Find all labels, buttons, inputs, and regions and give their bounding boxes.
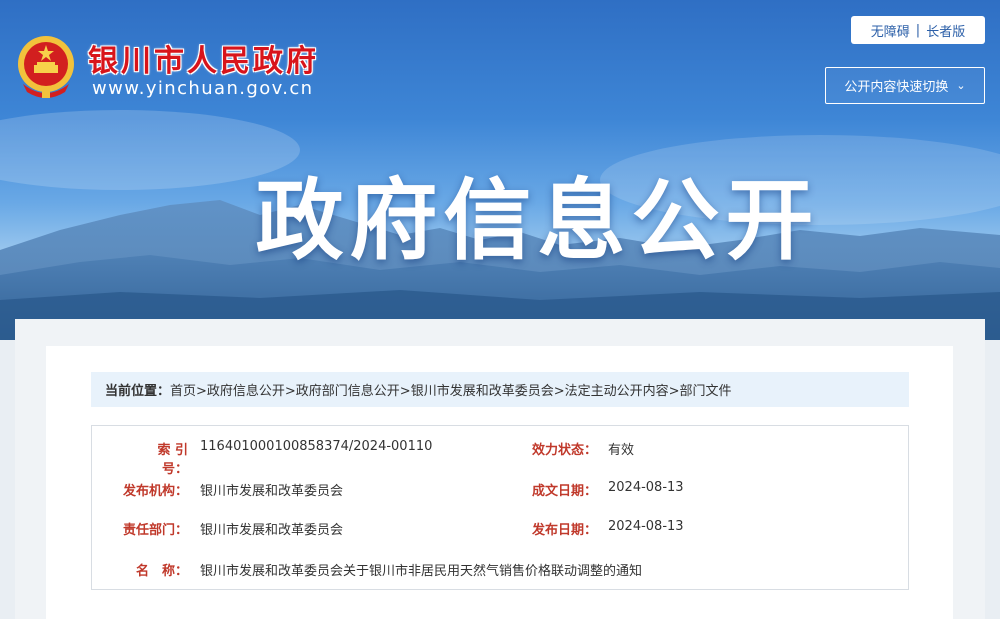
- index-value: 116401000100858374/2024-00110: [200, 439, 433, 454]
- info-row-publisher: 发布机构： 银川市发展和改革委员会 成文日期： 2024-08-13: [92, 480, 908, 504]
- created-date-value: 2024-08-13: [608, 480, 684, 495]
- breadcrumb-label: 当前位置：: [105, 384, 171, 399]
- status-label: 效力状态：: [531, 443, 597, 458]
- published-date-value: 2024-08-13: [608, 519, 684, 534]
- separator: |: [915, 22, 921, 38]
- quick-switch-label: 公开内容快速切换: [844, 80, 949, 95]
- status-value: 有效: [608, 443, 635, 458]
- header-banner: 银川市人民政府 www.yinchuan.gov.cn 无障碍 | 长者版 公开…: [0, 0, 1000, 340]
- breadcrumb-path[interactable]: 首页>政府信息公开>政府部门信息公开>银川市发展和改革委员会>法定主动公开内容>…: [170, 380, 731, 399]
- site-name[interactable]: 银川市人民政府: [88, 36, 319, 80]
- publisher-value: 银川市发展和改革委员会: [200, 484, 344, 499]
- accessibility-link[interactable]: 无障碍: [871, 21, 910, 40]
- info-row-name: 名 称： 银川市发展和改革委员会关于银川市非居民用天然气销售价格联动调整的通知: [92, 560, 908, 584]
- document-info-table: 索 引 号： 116401000100858374/2024-00110 效力状…: [91, 425, 909, 590]
- national-emblem-icon: [15, 34, 77, 100]
- department-label: 责任部门：: [122, 523, 188, 538]
- name-label: 名 称：: [135, 564, 188, 579]
- created-date-label: 成文日期：: [531, 484, 597, 499]
- name-value: 银川市发展和改革委员会关于银川市非居民用天然气销售价格联动调整的通知: [200, 564, 643, 579]
- index-label: 索 引 号：: [157, 443, 188, 477]
- banner-title: 政府信息公开: [255, 169, 820, 272]
- publisher-label: 发布机构：: [122, 484, 188, 499]
- info-row-department: 责任部门： 银川市发展和改革委员会 发布日期： 2024-08-13: [92, 519, 908, 543]
- accessibility-bar: 无障碍 | 长者版: [851, 16, 985, 44]
- published-date-label: 发布日期：: [531, 523, 597, 538]
- department-value: 银川市发展和改革委员会: [200, 523, 344, 538]
- info-row-index: 索 引 号： 116401000100858374/2024-00110 效力状…: [92, 439, 908, 477]
- chevron-down-icon: ⌄: [956, 79, 966, 92]
- site-url: www.yinchuan.gov.cn: [92, 78, 314, 99]
- breadcrumb: 当前位置： 首页>政府信息公开>政府部门信息公开>银川市发展和改革委员会>法定主…: [91, 372, 909, 407]
- elderly-mode-link[interactable]: 长者版: [926, 21, 965, 40]
- quick-switch-button[interactable]: 公开内容快速切换 ⌄: [825, 67, 985, 104]
